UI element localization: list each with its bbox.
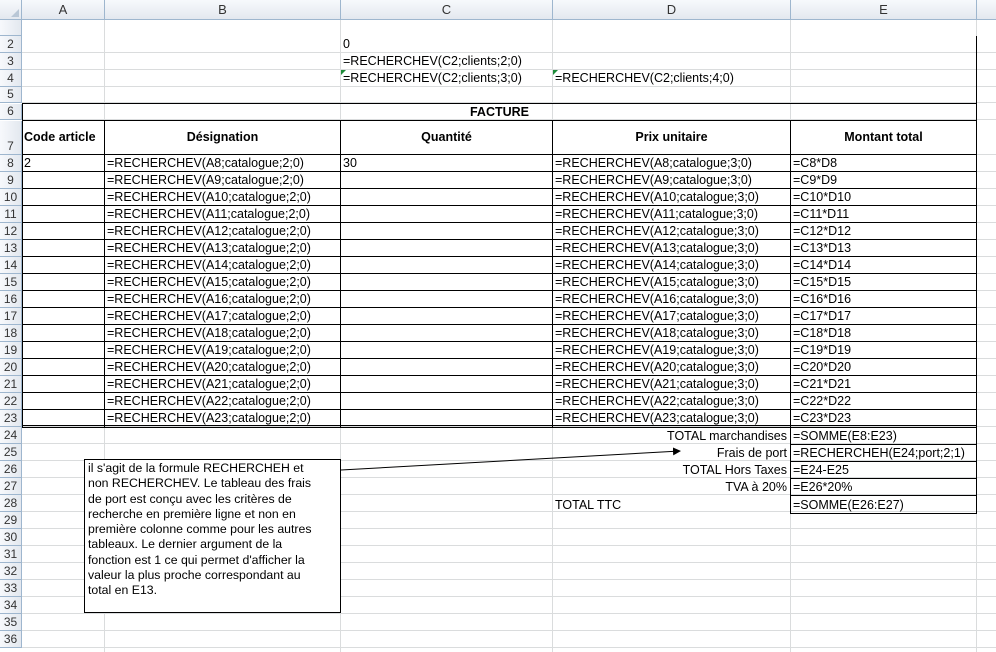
note-line: total en E13. [88, 583, 158, 598]
note-line: non RECHERCHEV. Le tableau des frais [88, 476, 312, 491]
note-line: valeur la plus proche correspondant au [88, 568, 301, 583]
note-line: première colonne comme pour les autres [88, 522, 312, 537]
note-line: tableaux. Le dernier argument de la [88, 537, 283, 552]
note-line: de port est conçu avec les critères de [88, 491, 292, 506]
note-line: recherche en première ligne et non en [88, 506, 296, 521]
note-line: fonction est 1 ce qui permet d'afficher … [88, 552, 305, 567]
spreadsheet: A B C D E 2 3 4 5 6 7 8 9 10 11 12 13 14 15 16 17 18 19 20… [0, 0, 996, 652]
comment-textbox[interactable]: il s'agit de la formule RECHERCHEH et no… [84, 459, 341, 613]
note-line: il s'agit de la formule RECHERCHEH et [88, 461, 304, 475]
